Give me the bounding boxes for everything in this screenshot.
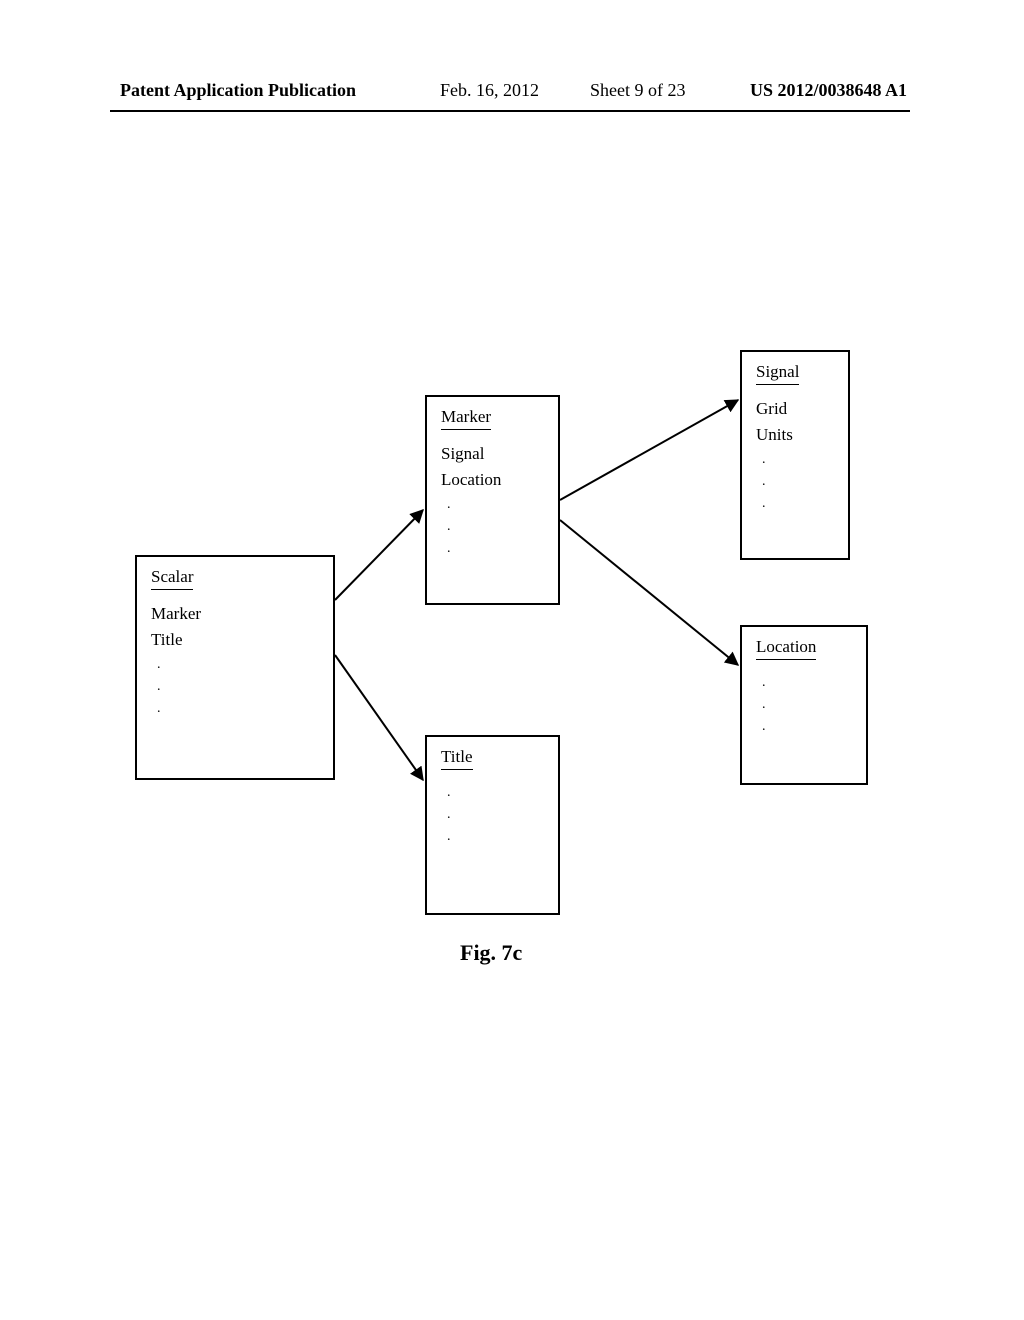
ellipsis-dot: . bbox=[447, 808, 544, 822]
box-signal-row-grid: Grid bbox=[756, 399, 834, 419]
box-signal-row-units: Units bbox=[756, 425, 834, 445]
figure-caption: Fig. 7c bbox=[460, 940, 522, 966]
header-date: Feb. 16, 2012 bbox=[440, 80, 539, 101]
box-title-title: Title bbox=[441, 747, 473, 770]
box-marker-row-signal: Signal bbox=[441, 444, 544, 464]
ellipsis-dot: . bbox=[157, 680, 319, 694]
ellipsis-dot: . bbox=[762, 676, 852, 690]
box-marker: Marker Signal Location . . . bbox=[425, 395, 560, 605]
box-scalar: Scalar Marker Title . . . bbox=[135, 555, 335, 780]
box-scalar-row-title: Title bbox=[151, 630, 319, 650]
header-rule bbox=[110, 110, 910, 112]
ellipsis-dot: . bbox=[447, 830, 544, 844]
header-docnum: US 2012/0038648 A1 bbox=[750, 80, 907, 101]
ellipsis-dot: . bbox=[762, 720, 852, 734]
ellipsis-dot: . bbox=[762, 698, 852, 712]
arrow-scalar-to-title bbox=[335, 655, 423, 780]
ellipsis-dot: . bbox=[762, 453, 834, 467]
box-marker-title: Marker bbox=[441, 407, 491, 430]
box-signal: Signal Grid Units . . . bbox=[740, 350, 850, 560]
ellipsis-dot: . bbox=[157, 702, 319, 716]
box-location-title: Location bbox=[756, 637, 816, 660]
ellipsis-dot: . bbox=[762, 475, 834, 489]
ellipsis-dot: . bbox=[447, 498, 544, 512]
box-location: Location . . . bbox=[740, 625, 868, 785]
ellipsis-dot: . bbox=[447, 520, 544, 534]
box-title: Title . . . bbox=[425, 735, 560, 915]
header-publication: Patent Application Publication bbox=[120, 80, 356, 101]
page: Patent Application Publication Feb. 16, … bbox=[0, 0, 1024, 1320]
ellipsis-dot: . bbox=[157, 658, 319, 672]
box-marker-row-location: Location bbox=[441, 470, 544, 490]
box-scalar-row-marker: Marker bbox=[151, 604, 319, 624]
header-sheet: Sheet 9 of 23 bbox=[590, 80, 685, 101]
arrow-marker-to-location bbox=[560, 520, 738, 665]
box-scalar-title: Scalar bbox=[151, 567, 193, 590]
arrow-marker-to-signal bbox=[560, 400, 738, 500]
ellipsis-dot: . bbox=[762, 497, 834, 511]
ellipsis-dot: . bbox=[447, 542, 544, 556]
arrow-scalar-to-marker bbox=[335, 510, 423, 600]
ellipsis-dot: . bbox=[447, 786, 544, 800]
box-signal-title: Signal bbox=[756, 362, 799, 385]
